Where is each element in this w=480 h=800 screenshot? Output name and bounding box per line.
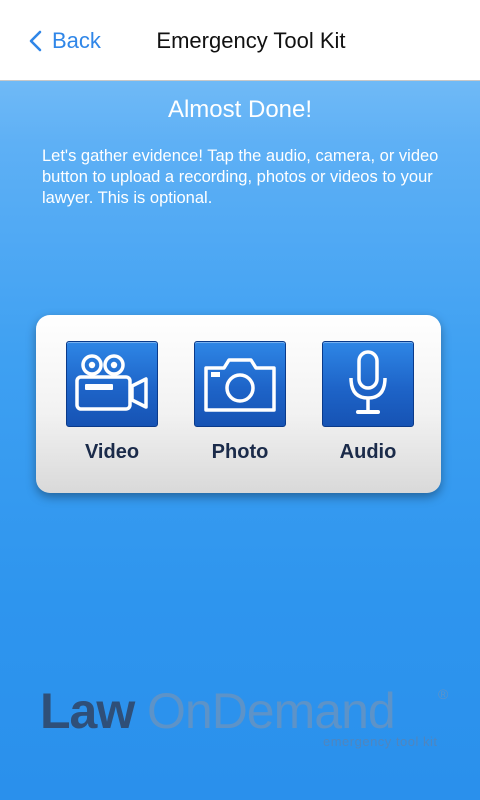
audio-button[interactable]: Audio [322, 341, 414, 464]
logo-ondemand-text: OnDemand [147, 683, 396, 739]
video-camera-icon [75, 354, 148, 411]
logo-tagline: emergency tool kit [323, 734, 438, 749]
headline: Almost Done! [167, 96, 313, 123]
audio-tile[interactable] [322, 341, 414, 427]
navigation-bar: Back Emergency Tool Kit [0, 0, 480, 81]
audio-label: Audio [339, 441, 397, 463]
instructions-text: Let's gather evidence! Tap the audio, ca… [42, 147, 439, 207]
camera-icon [204, 358, 276, 412]
video-tile[interactable] [66, 341, 158, 427]
page-title: Emergency Tool Kit [156, 28, 346, 53]
registered-mark: ® [438, 686, 449, 702]
video-button[interactable]: Video [66, 341, 158, 464]
photo-tile[interactable] [194, 341, 286, 427]
lawondemand-logo: Law OnDemand ® emergency tool kit [40, 682, 460, 752]
media-upload-panel: Video Photo Audio [36, 315, 441, 493]
photo-label: Photo [211, 441, 269, 463]
photo-button[interactable]: Photo [194, 341, 286, 464]
video-label: Video [84, 441, 140, 463]
microphone-icon [349, 350, 387, 414]
logo-law-text: Law [40, 683, 135, 739]
screen: Back Emergency Tool Kit Almost Done! Let… [0, 0, 480, 800]
